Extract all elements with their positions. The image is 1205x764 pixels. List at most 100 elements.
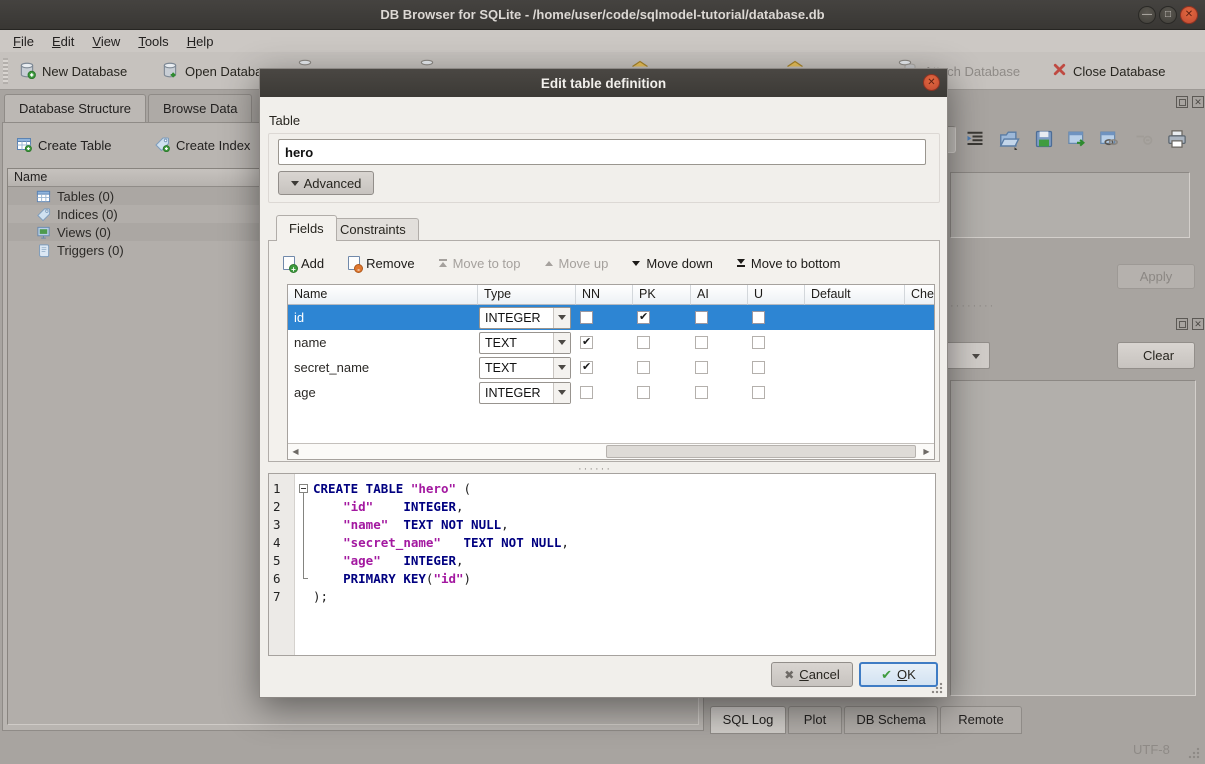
default-cell[interactable] [805, 330, 905, 355]
field-name-cell[interactable]: secret_name [288, 355, 478, 380]
scrollbar-thumb[interactable] [606, 445, 916, 458]
column-header-type[interactable]: Type [478, 285, 576, 305]
column-header-pk[interactable]: PK [633, 285, 691, 305]
field-name-cell[interactable]: name [288, 330, 478, 355]
create-index-button[interactable]: Create Index [149, 132, 255, 158]
check-cell[interactable] [905, 355, 935, 380]
check-cell[interactable] [905, 380, 935, 405]
default-cell[interactable] [805, 355, 905, 380]
menu-item-help[interactable]: Help [178, 32, 223, 51]
bottom-tab-remote[interactable]: Remote [940, 706, 1022, 734]
create-index-icon [154, 136, 170, 155]
indent-icon[interactable] [962, 126, 988, 152]
dialog-titlebar[interactable]: Edit table definition ✕ [260, 69, 947, 97]
fold-marker-icon[interactable] [299, 484, 308, 493]
scroll-right-icon[interactable]: ▶ [919, 444, 934, 459]
ai-checkbox[interactable] [695, 336, 708, 349]
dialog-close-icon[interactable]: ✕ [923, 74, 940, 91]
u-checkbox[interactable] [752, 386, 765, 399]
move-to-bottom-button[interactable]: Move to bottom [737, 256, 841, 271]
default-cell[interactable] [805, 305, 905, 330]
menu-item-tools[interactable]: Tools [129, 32, 177, 51]
u-checkbox[interactable] [752, 336, 765, 349]
menu-item-edit[interactable]: Edit [43, 32, 83, 51]
grid-horizontal-scrollbar[interactable]: ◀ ▶ [288, 443, 934, 459]
import-icon[interactable] [996, 126, 1022, 152]
dock-close-icon[interactable]: ✕ [1192, 96, 1204, 108]
add-button[interactable]: +Add [283, 256, 324, 271]
tab-constraints[interactable]: Constraints [327, 218, 419, 241]
bottom-tab-db-schema[interactable]: DB Schema [844, 706, 938, 734]
new-database-button[interactable]: New Database [12, 57, 133, 85]
pk-checkbox[interactable] [637, 336, 650, 349]
sql-log-area[interactable] [950, 380, 1196, 696]
nn-checkbox[interactable] [580, 336, 593, 349]
advanced-button[interactable]: Advanced [278, 171, 374, 195]
pk-checkbox[interactable] [637, 361, 650, 374]
type-combobox[interactable]: TEXT [479, 357, 571, 379]
tree-item-label: Tables (0) [57, 189, 114, 204]
field-row-secret_name[interactable]: secret_nameTEXT [288, 355, 934, 380]
clear-button[interactable]: Clear [1117, 342, 1195, 369]
toolbar-handle[interactable] [3, 58, 8, 84]
titlebar[interactable]: DB Browser for SQLite - /home/user/code/… [0, 0, 1205, 30]
default-cell[interactable] [805, 380, 905, 405]
bottom-tab-plot[interactable]: Plot [788, 706, 842, 734]
dock-float-icon[interactable] [1176, 318, 1188, 330]
cancel-button[interactable]: ✖ Cancel [771, 662, 853, 687]
field-row-id[interactable]: idINTEGER [288, 305, 934, 330]
create-table-button[interactable]: Create Table [11, 132, 116, 158]
type-combobox[interactable]: TEXT [479, 332, 571, 354]
ai-checkbox[interactable] [695, 386, 708, 399]
ai-checkbox[interactable] [695, 311, 708, 324]
nn-checkbox[interactable] [580, 311, 593, 324]
dock-close-icon[interactable]: ✕ [1192, 318, 1204, 330]
nn-checkbox[interactable] [580, 386, 593, 399]
tab-browse-data[interactable]: Browse Data [148, 94, 252, 122]
print-icon[interactable] [1164, 126, 1190, 152]
field-row-age[interactable]: ageINTEGER [288, 380, 934, 405]
field-name-cell[interactable]: age [288, 380, 478, 405]
menu-item-file[interactable]: File [4, 32, 43, 51]
save-icon[interactable] [1031, 126, 1057, 152]
close-database-button[interactable]: Close Database [1046, 57, 1172, 85]
export-icon[interactable] [1064, 126, 1090, 152]
dock-splitter[interactable]: ········ [950, 300, 995, 312]
nn-checkbox[interactable] [580, 361, 593, 374]
cell-editor-area[interactable] [950, 172, 1190, 238]
dialog-resize-grip[interactable] [930, 681, 944, 695]
column-header-ai[interactable]: AI [691, 285, 748, 305]
remove-button[interactable]: -Remove [348, 256, 414, 271]
ok-button[interactable]: ✔ OK [859, 662, 938, 687]
ai-checkbox[interactable] [695, 361, 708, 374]
u-checkbox[interactable] [752, 311, 765, 324]
link-icon[interactable] [1096, 126, 1122, 152]
check-cell[interactable] [905, 305, 935, 330]
type-combobox[interactable]: INTEGER [479, 382, 571, 404]
scroll-left-icon[interactable]: ◀ [288, 444, 303, 459]
pk-checkbox[interactable] [637, 311, 650, 324]
pk-checkbox[interactable] [637, 386, 650, 399]
bottom-tab-sql-log[interactable]: SQL Log [710, 706, 786, 734]
u-checkbox[interactable] [752, 361, 765, 374]
column-header-name[interactable]: Name [288, 285, 478, 305]
move-down-button[interactable]: Move down [632, 256, 712, 271]
tab-fields[interactable]: Fields [276, 215, 337, 241]
type-combobox[interactable]: INTEGER [479, 307, 571, 329]
close-icon[interactable]: ✕ [1180, 6, 1198, 24]
check-cell[interactable] [905, 330, 935, 355]
tab-database-structure[interactable]: Database Structure [4, 94, 146, 123]
column-header-u[interactable]: U [748, 285, 805, 305]
minimize-icon[interactable]: — [1138, 6, 1156, 24]
sql-preview[interactable]: 1CREATE TABLE "hero" (2 "id" INTEGER,3 "… [268, 473, 936, 656]
table-name-input[interactable] [278, 139, 926, 165]
maximize-icon[interactable]: □ [1159, 6, 1177, 24]
column-header-default[interactable]: Default [805, 285, 905, 305]
column-header-check[interactable]: Check [905, 285, 935, 305]
dock-float-icon[interactable] [1176, 96, 1188, 108]
window-resize-grip[interactable] [1187, 746, 1201, 760]
column-header-nn[interactable]: NN [576, 285, 633, 305]
menu-item-view[interactable]: View [83, 32, 129, 51]
field-row-name[interactable]: nameTEXT [288, 330, 934, 355]
field-name-cell[interactable]: id [288, 305, 478, 330]
